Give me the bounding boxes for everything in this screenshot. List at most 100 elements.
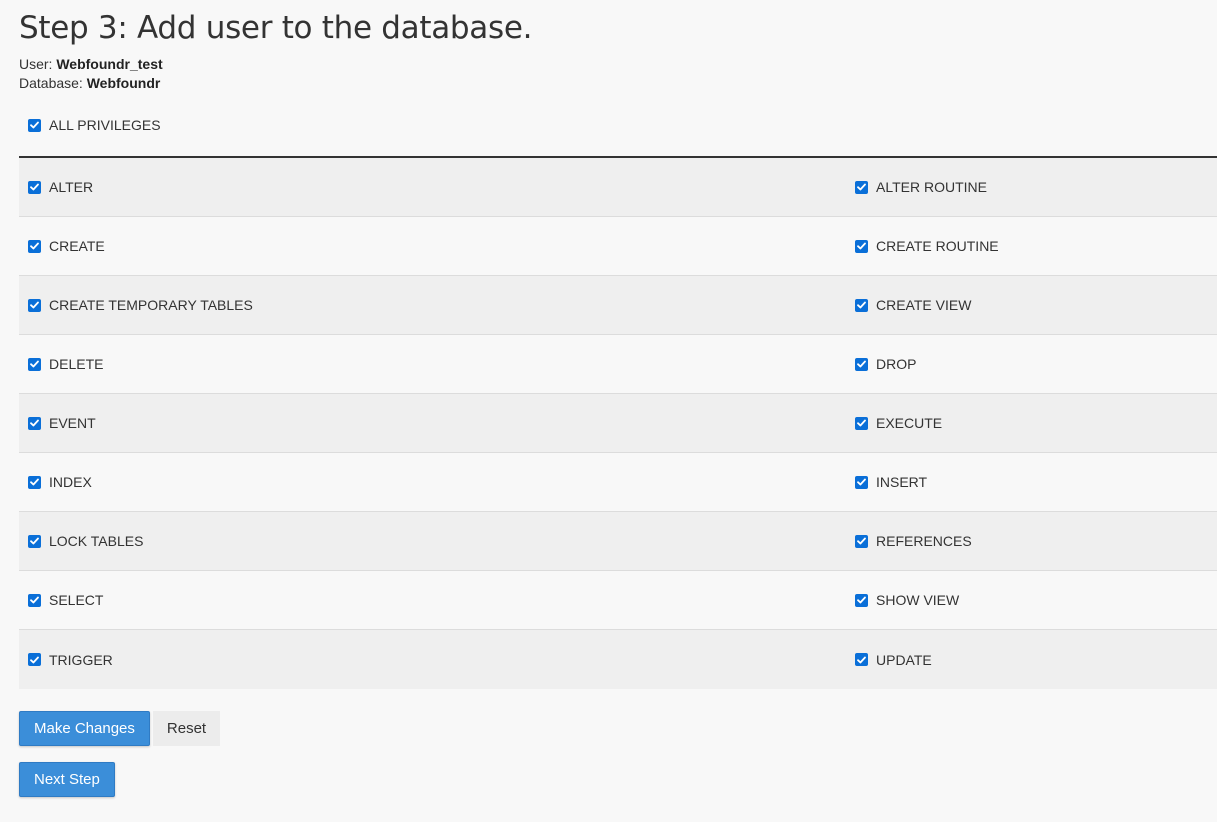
privilege-label: ALTER	[49, 179, 94, 195]
check-icon	[30, 419, 39, 427]
privilege-checkbox[interactable]	[855, 653, 868, 666]
privilege-checkbox[interactable]	[855, 593, 868, 607]
check-icon	[857, 596, 866, 604]
privilege-option[interactable]: DELETE	[19, 356, 846, 372]
privilege-row: CREATE CREATE ROUTINE	[19, 217, 1217, 276]
privilege-checkbox[interactable]	[855, 416, 868, 430]
actions-row: Make Changes Reset	[19, 711, 1217, 746]
privilege-row: SELECT SHOW VIEW	[19, 571, 1217, 630]
privilege-label: SHOW VIEW	[876, 592, 960, 608]
user-line: User: Webfoundr_test	[19, 55, 1217, 74]
user-value: Webfoundr_test	[56, 56, 163, 72]
privilege-checkbox[interactable]	[28, 180, 41, 194]
privilege-label: ALTER ROUTINE	[876, 179, 987, 195]
check-icon	[857, 656, 866, 663]
privilege-row: TRIGGER UPDATE	[19, 630, 1217, 689]
database-line: Database: Webfoundr	[19, 74, 1217, 93]
privilege-checkbox[interactable]	[855, 475, 868, 489]
privilege-checkbox[interactable]	[855, 534, 868, 548]
privilege-checkbox[interactable]	[28, 475, 41, 489]
privilege-label: INDEX	[49, 474, 92, 490]
privilege-checkbox[interactable]	[28, 534, 41, 548]
privilege-label: EXECUTE	[876, 415, 943, 431]
reset-button[interactable]: Reset	[152, 711, 221, 746]
privilege-checkbox[interactable]	[855, 180, 868, 194]
next-step-row: Next Step	[19, 762, 1217, 797]
privileges-table: ALTER ALTER ROUTINE CREATE CREATE ROUTINE CR…	[19, 158, 1217, 689]
privilege-checkbox[interactable]	[855, 239, 868, 253]
all-privileges-checkbox[interactable]	[28, 118, 41, 132]
privilege-option[interactable]: REFERENCES	[846, 533, 1217, 549]
privilege-label: EVENT	[49, 415, 96, 431]
check-icon	[857, 301, 866, 309]
privilege-row: CREATE TEMPORARY TABLES CREATE VIEW	[19, 276, 1217, 335]
all-privileges-label: ALL PRIVILEGES	[49, 117, 161, 133]
privilege-label: CREATE TEMPORARY TABLES	[49, 297, 253, 313]
privilege-option[interactable]: SELECT	[19, 592, 846, 608]
check-icon	[857, 242, 866, 250]
all-privileges-option[interactable]: ALL PRIVILEGES	[19, 103, 1217, 147]
privilege-option[interactable]: INSERT	[846, 474, 1217, 490]
page-title: Step 3: Add user to the database.	[19, 10, 533, 46]
privilege-option[interactable]: ALTER ROUTINE	[846, 179, 1217, 195]
database-value: Webfoundr	[86, 75, 161, 91]
check-icon	[30, 478, 39, 486]
check-icon	[30, 301, 39, 309]
privilege-checkbox[interactable]	[28, 239, 41, 253]
privilege-checkbox[interactable]	[855, 298, 868, 312]
privilege-option[interactable]: CREATE	[19, 238, 846, 254]
privilege-row: ALTER ALTER ROUTINE	[19, 158, 1217, 217]
check-icon	[30, 656, 39, 663]
privilege-row: DELETE DROP	[19, 335, 1217, 394]
privilege-option[interactable]: INDEX	[19, 474, 846, 490]
privilege-option[interactable]: CREATE VIEW	[846, 297, 1217, 313]
privilege-row: INDEX INSERT	[19, 453, 1217, 512]
check-icon	[30, 537, 39, 545]
privilege-label: CREATE	[49, 238, 105, 254]
privilege-checkbox[interactable]	[28, 593, 41, 607]
check-icon	[857, 360, 866, 368]
make-changes-button[interactable]: Make Changes	[19, 711, 150, 746]
privilege-option[interactable]: ALTER	[19, 179, 846, 195]
privilege-checkbox[interactable]	[28, 653, 41, 666]
check-icon	[857, 537, 866, 545]
user-label: User:	[19, 56, 53, 72]
page: Step 3: Add user to the database. User: …	[0, 0, 1217, 822]
privilege-checkbox[interactable]	[28, 416, 41, 430]
privilege-label: CREATE VIEW	[876, 297, 972, 313]
privilege-label: DELETE	[49, 356, 104, 372]
privilege-checkbox[interactable]	[855, 357, 868, 371]
privilege-option[interactable]: EXECUTE	[846, 415, 1217, 431]
privilege-option[interactable]: CREATE ROUTINE	[846, 238, 1217, 254]
privilege-option[interactable]: TRIGGER	[19, 652, 846, 668]
check-icon	[30, 360, 39, 368]
privilege-option[interactable]: CREATE TEMPORARY TABLES	[19, 297, 846, 313]
privilege-label: TRIGGER	[49, 651, 113, 668]
privilege-option[interactable]: DROP	[846, 356, 1217, 372]
privilege-label: INSERT	[876, 474, 928, 490]
privilege-label: CREATE ROUTINE	[876, 238, 999, 254]
meta-info: User: Webfoundr_test Database: Webfoundr	[19, 55, 1217, 93]
privilege-checkbox[interactable]	[28, 298, 41, 312]
privilege-row: EVENT EXECUTE	[19, 394, 1217, 453]
privilege-option[interactable]: LOCK TABLES	[19, 533, 846, 549]
next-step-button[interactable]: Next Step	[19, 762, 115, 797]
check-icon	[30, 183, 39, 191]
privilege-label: LOCK TABLES	[49, 533, 144, 549]
privilege-checkbox[interactable]	[28, 357, 41, 371]
privilege-label: UPDATE	[876, 651, 932, 668]
privilege-label: REFERENCES	[876, 533, 972, 549]
privilege-option[interactable]: UPDATE	[846, 652, 1217, 668]
privilege-row: LOCK TABLES REFERENCES	[19, 512, 1217, 571]
privilege-option[interactable]: EVENT	[19, 415, 846, 431]
check-icon	[857, 478, 866, 486]
privilege-label: SELECT	[49, 592, 104, 608]
privilege-option[interactable]: SHOW VIEW	[846, 592, 1217, 608]
check-icon	[30, 242, 39, 250]
check-icon	[30, 596, 39, 604]
check-icon	[857, 419, 866, 427]
check-icon	[857, 183, 866, 191]
database-label: Database:	[19, 75, 83, 91]
check-icon	[30, 121, 39, 129]
privilege-label: DROP	[876, 356, 917, 372]
